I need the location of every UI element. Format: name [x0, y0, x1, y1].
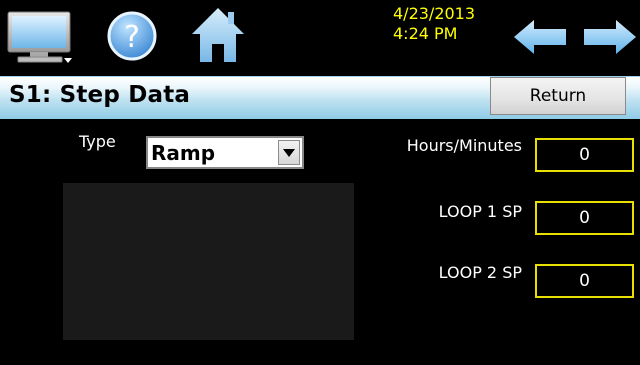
type-label: Type — [79, 132, 116, 151]
page-title: S1: Step Data — [9, 82, 191, 108]
time-text: 4:24 PM — [393, 24, 458, 43]
home-icon[interactable] — [190, 6, 246, 68]
hours-minutes-field[interactable]: 0 — [535, 138, 634, 172]
top-toolbar: ? 4/23/2013 4:24 PM — [0, 0, 640, 72]
return-button[interactable]: Return — [490, 77, 626, 115]
back-arrow-icon[interactable] — [512, 18, 568, 60]
svg-text:?: ? — [124, 20, 140, 55]
step-info-panel — [63, 183, 354, 340]
loop1-sp-field[interactable]: 0 — [535, 201, 634, 235]
type-dropdown[interactable]: Ramp — [146, 136, 304, 169]
help-icon[interactable]: ? — [106, 10, 158, 66]
loop2-sp-label: LOOP 2 SP — [438, 263, 522, 282]
loop2-sp-field[interactable]: 0 — [535, 264, 634, 298]
step-data-screen: ? 4/23/2013 4:24 PM S1: Step Data Return… — [0, 0, 640, 365]
dropdown-arrow-icon[interactable] — [278, 140, 300, 165]
date-text: 4/23/2013 — [393, 4, 476, 23]
loop1-sp-label: LOOP 1 SP — [438, 202, 522, 221]
hours-minutes-label: Hours/Minutes — [406, 136, 522, 155]
monitor-icon[interactable] — [6, 10, 76, 70]
type-selected-value: Ramp — [151, 141, 216, 165]
datetime-display: 4/23/2013 4:24 PM — [393, 4, 493, 44]
forward-arrow-icon[interactable] — [582, 18, 638, 60]
